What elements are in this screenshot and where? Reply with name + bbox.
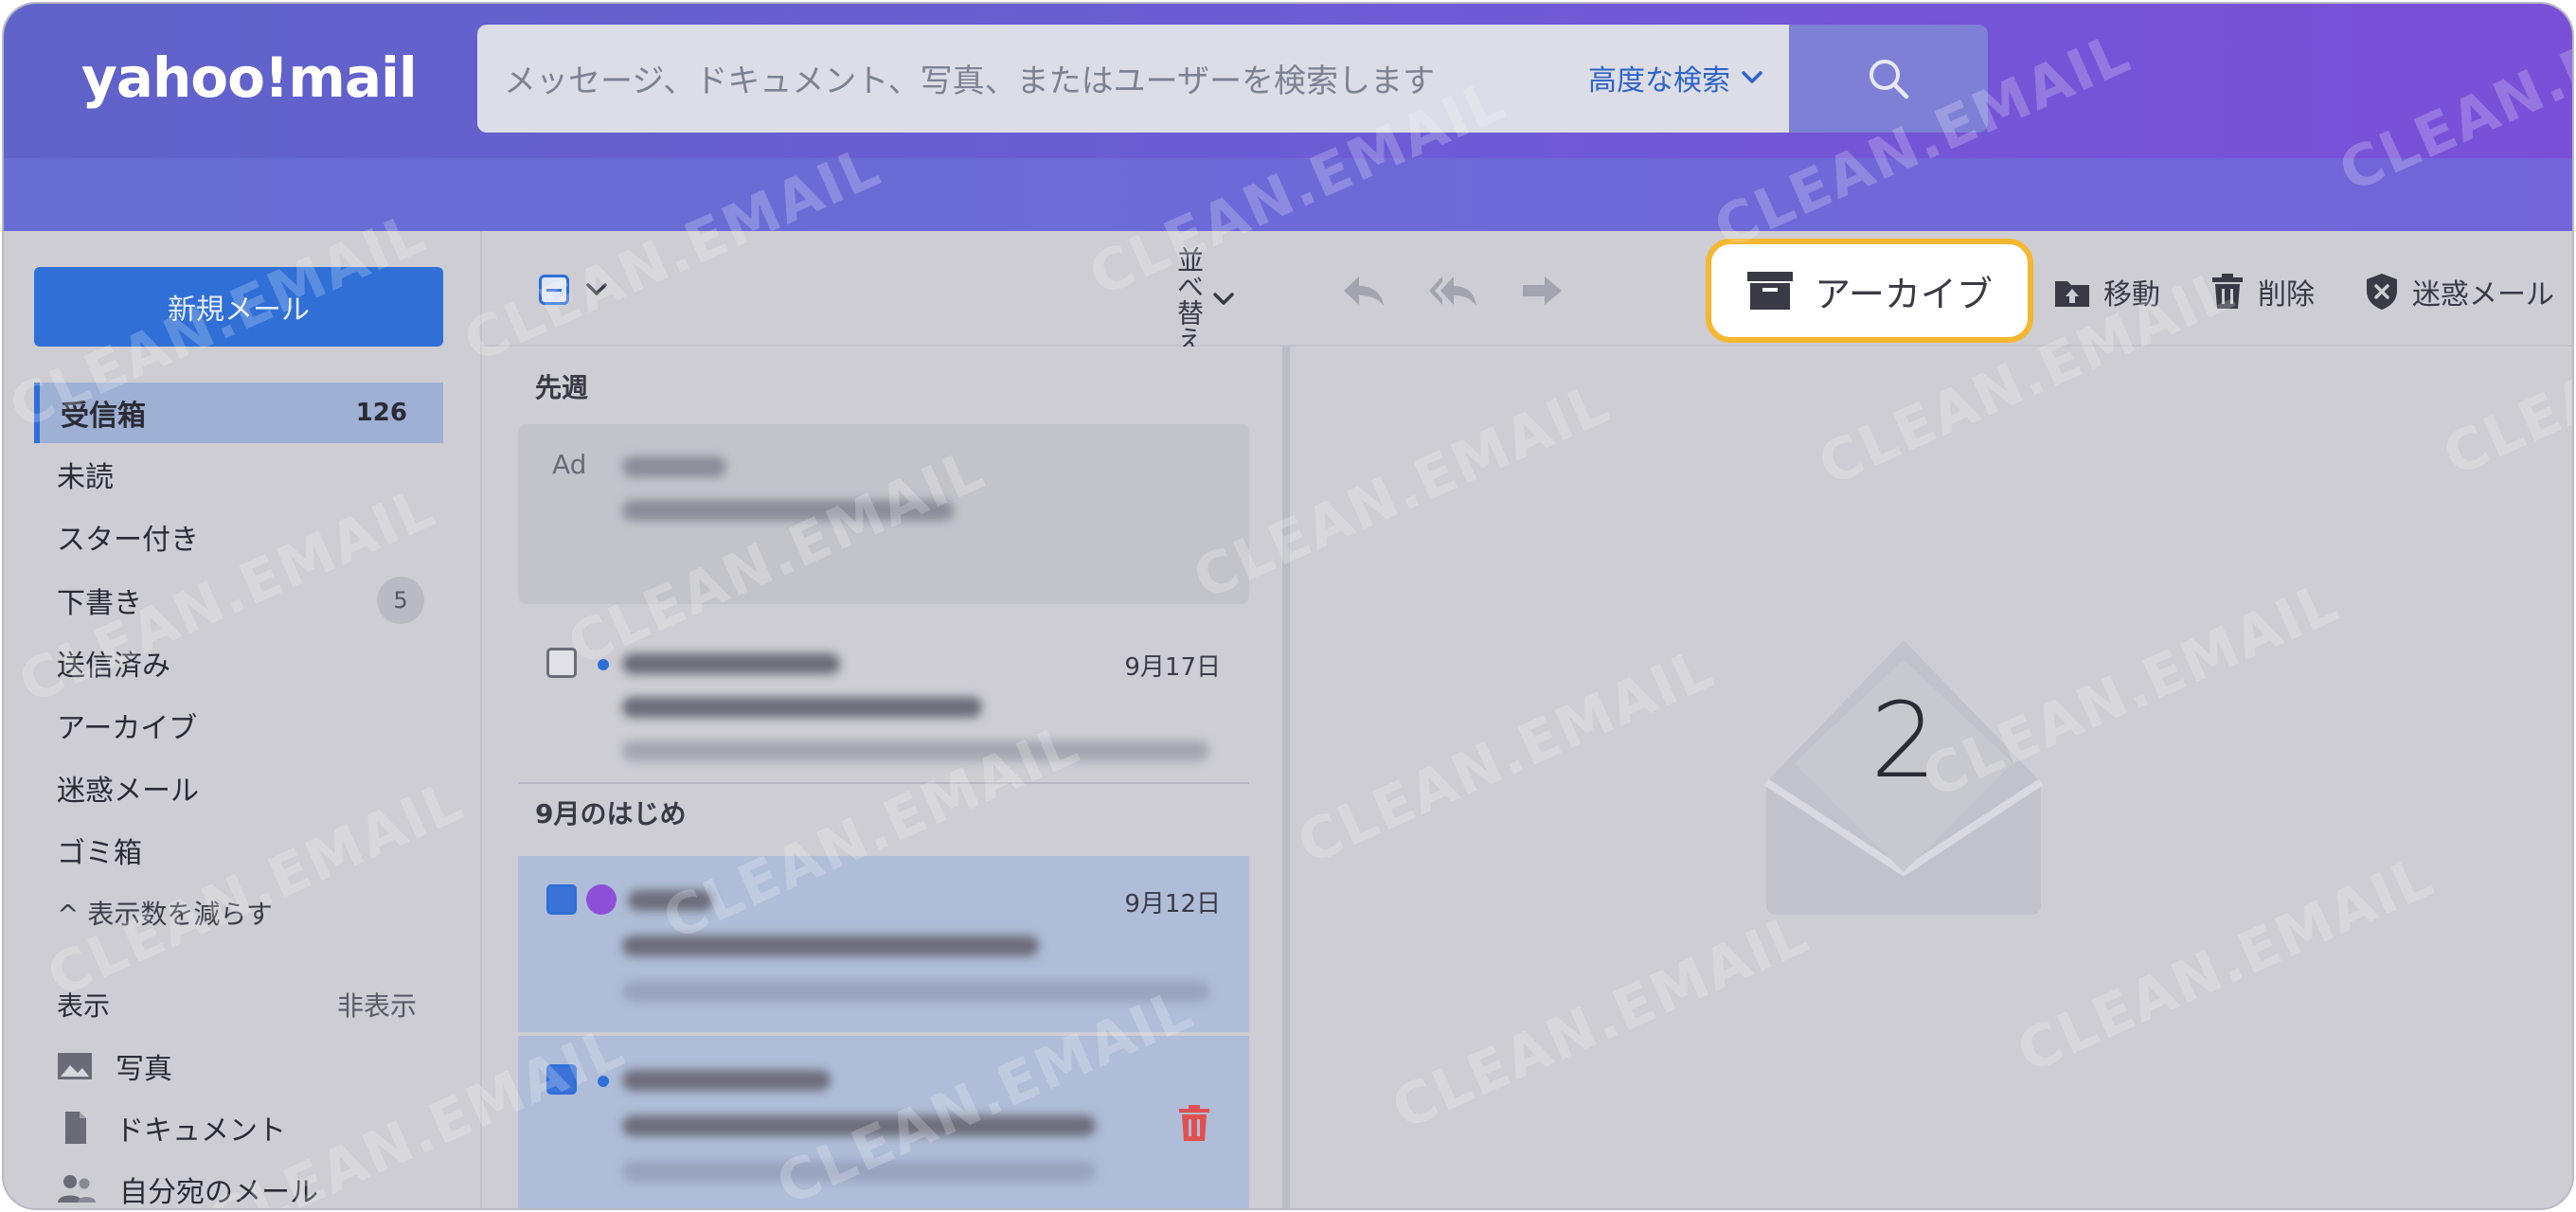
search-placeholder: メッセージ、ドキュメント、写真、またはユーザーを検索します bbox=[504, 62, 1435, 100]
message-row-selected[interactable] bbox=[518, 1036, 1249, 1208]
blurred-sender bbox=[622, 1070, 831, 1091]
blurred-subject bbox=[622, 697, 982, 718]
sidebar-item-archive[interactable]: アーカイブ bbox=[34, 695, 443, 756]
ad-row[interactable]: Ad bbox=[518, 424, 1249, 604]
view-item-label: ドキュメント bbox=[116, 1114, 286, 1148]
sidebar-item-label: 未読 bbox=[57, 461, 114, 494]
chevron-down-icon bbox=[1213, 293, 1234, 305]
sidebar-item-inbox[interactable]: 受信箱 126 bbox=[34, 383, 443, 443]
show-less-link[interactable]: ^ 表示数を減らす bbox=[57, 894, 273, 932]
search-button[interactable] bbox=[1789, 25, 1988, 133]
view-item-label: 写真 bbox=[116, 1053, 172, 1086]
hide-views-link[interactable]: 非表示 bbox=[337, 986, 417, 1024]
sidebar-item-spam[interactable]: 迷惑メール bbox=[34, 758, 443, 818]
drafts-count-badge: 5 bbox=[377, 577, 424, 624]
sidebar-item-label: スター付き bbox=[57, 524, 199, 557]
unread-count: 126 bbox=[355, 399, 407, 427]
message-date: 9月12日 bbox=[1124, 890, 1221, 918]
spam-button[interactable]: 迷惑メール bbox=[2365, 271, 2554, 312]
sidebar-item-label: 迷惑メール bbox=[57, 775, 199, 808]
sidebar-item-sent[interactable]: 送信済み bbox=[34, 633, 443, 693]
move-button[interactable]: 移動 bbox=[2054, 271, 2160, 312]
people-icon bbox=[58, 1175, 96, 1203]
views-heading: 表示 bbox=[57, 990, 111, 1022]
delete-label: 削除 bbox=[2258, 278, 2315, 312]
sidebar-item-label: 受信箱 bbox=[61, 400, 146, 433]
sort-dropdown[interactable]: 並べ替え bbox=[1173, 246, 1234, 352]
header-band bbox=[4, 158, 2572, 231]
trash-icon[interactable] bbox=[1177, 1104, 1211, 1142]
sidebar-item-drafts[interactable]: 下書き 5 bbox=[34, 570, 443, 631]
group-header-last-week: 先週 bbox=[535, 372, 589, 403]
blurred-snippet bbox=[622, 1161, 1096, 1182]
sidebar-item-label: 下書き bbox=[57, 587, 142, 620]
yahoo-mail-logo[interactable]: yahoo!mail bbox=[81, 45, 418, 110]
message-row-selected[interactable]: 9月12日 bbox=[518, 856, 1249, 1032]
archive-box-icon bbox=[1747, 272, 1794, 310]
sidebar-item-unread[interactable]: 未読 bbox=[34, 444, 443, 505]
move-label: 移動 bbox=[2103, 278, 2160, 312]
row-checkbox[interactable] bbox=[546, 648, 577, 678]
chevron-down-icon bbox=[586, 283, 607, 295]
group-header-early-september: 9月のはじめ bbox=[535, 798, 687, 829]
document-icon bbox=[65, 1112, 86, 1144]
forward-icon[interactable] bbox=[1520, 273, 1564, 309]
blurred-snippet bbox=[622, 740, 1209, 761]
header: yahoo!mail メッセージ、ドキュメント、写真、またはユーザーを検索します… bbox=[4, 4, 2572, 231]
divider bbox=[518, 782, 1249, 784]
sidebar-item-starred[interactable]: スター付き bbox=[34, 507, 443, 567]
select-all-checkbox[interactable] bbox=[539, 275, 569, 305]
trash-icon bbox=[2212, 274, 2243, 309]
reading-pane: 2 bbox=[1297, 347, 2572, 1208]
reply-all-icon[interactable] bbox=[1427, 273, 1478, 309]
blurred-sender bbox=[622, 456, 726, 477]
sidebar-item-label: アーカイブ bbox=[57, 712, 198, 745]
sidebar-item-trash[interactable]: ゴミ箱 bbox=[34, 820, 443, 881]
view-item-mail-to-me[interactable]: 自分宛のメール bbox=[57, 1168, 318, 1209]
search-icon bbox=[1869, 60, 1909, 99]
sidebar-item-label: 送信済み bbox=[57, 650, 170, 683]
sender-avatar bbox=[586, 884, 617, 915]
photo-icon bbox=[58, 1053, 92, 1079]
blurred-subject bbox=[622, 500, 954, 521]
blurred-sender bbox=[628, 890, 713, 911]
sort-label: 並べ替え bbox=[1173, 246, 1205, 352]
view-item-photos[interactable]: 写真 bbox=[57, 1045, 172, 1087]
delete-button[interactable]: 削除 bbox=[2210, 271, 2315, 312]
message-toolbar: 並べ替え アーカイブ 移動 削除 迷惑メール bbox=[482, 231, 2572, 352]
selected-count: 2 bbox=[1870, 680, 1937, 801]
message-date: 9月17日 bbox=[1124, 653, 1221, 682]
move-folder-icon bbox=[2055, 281, 2089, 307]
message-list: 先週 Ad 9月17日 9月のはじめ 9月12日 bbox=[482, 347, 1290, 1208]
blurred-snippet bbox=[622, 981, 1209, 1002]
shield-icon bbox=[2367, 274, 2397, 310]
reply-actions bbox=[1342, 273, 1564, 309]
reply-icon[interactable] bbox=[1342, 273, 1386, 309]
compose-button[interactable]: 新規メール bbox=[34, 267, 443, 347]
view-item-label: 自分宛のメール bbox=[119, 1176, 318, 1209]
row-checkbox-checked[interactable] bbox=[546, 1064, 577, 1095]
blurred-subject bbox=[622, 1115, 1096, 1136]
select-all-toggle[interactable] bbox=[539, 275, 607, 305]
sidebar: 新規メール 受信箱 126 未読 スター付き 下書き 5 送信済み アーカイブ … bbox=[4, 231, 482, 1209]
archive-button[interactable]: アーカイブ bbox=[1706, 239, 2033, 343]
blurred-subject bbox=[622, 936, 1039, 956]
message-row[interactable]: 9月17日 bbox=[518, 619, 1249, 780]
blurred-sender bbox=[622, 653, 840, 674]
row-checkbox-checked[interactable] bbox=[546, 884, 577, 915]
ad-tag: Ad bbox=[552, 449, 587, 480]
sidebar-item-label: ゴミ箱 bbox=[57, 837, 142, 870]
spam-label: 迷惑メール bbox=[2412, 278, 2554, 312]
app-window: yahoo!mail メッセージ、ドキュメント、写真、またはユーザーを検索します… bbox=[2, 2, 2574, 1210]
archive-label: アーカイブ bbox=[1815, 273, 1993, 315]
advanced-search-link[interactable]: 高度な検索 bbox=[1588, 57, 1762, 98]
unread-dot bbox=[598, 1076, 609, 1087]
advanced-search-label: 高度な検索 bbox=[1588, 64, 1730, 98]
chevron-down-icon bbox=[1742, 71, 1762, 83]
search-input[interactable]: メッセージ、ドキュメント、写真、またはユーザーを検索します 高度な検索 bbox=[477, 25, 1789, 133]
unread-dot bbox=[598, 659, 609, 670]
view-item-documents[interactable]: ドキュメント bbox=[57, 1107, 286, 1149]
